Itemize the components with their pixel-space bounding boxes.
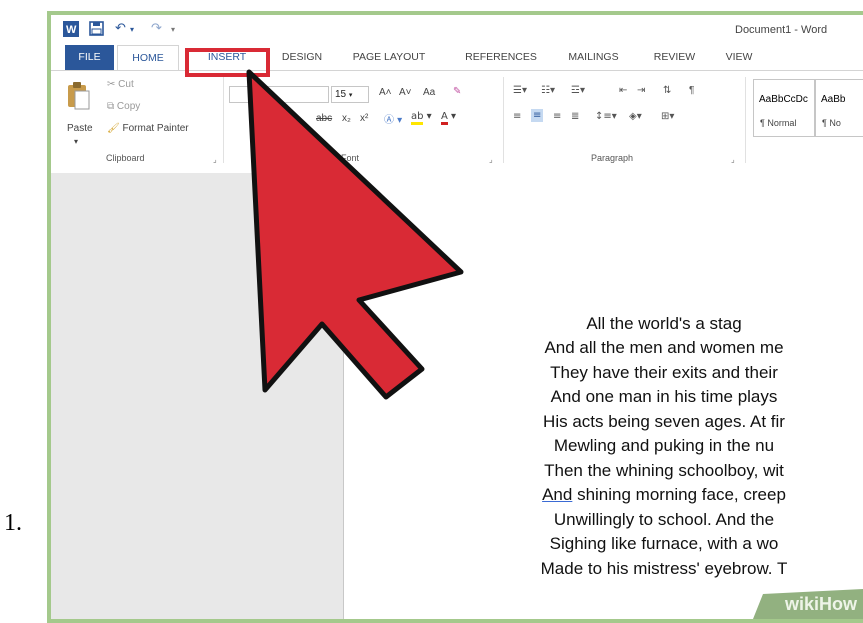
watermark: wikiHow	[733, 589, 863, 619]
screenshot-frame: W ↶ ▾ ↷ ▾ Document1 - Word FILE HOME INS…	[47, 11, 863, 623]
watermark-text: wikiHow	[784, 594, 857, 614]
red-arrow-pointer-icon	[246, 69, 464, 400]
word-window: W ↶ ▾ ↷ ▾ Document1 - Word FILE HOME INS…	[51, 15, 863, 619]
step-number: 1.	[4, 510, 22, 536]
